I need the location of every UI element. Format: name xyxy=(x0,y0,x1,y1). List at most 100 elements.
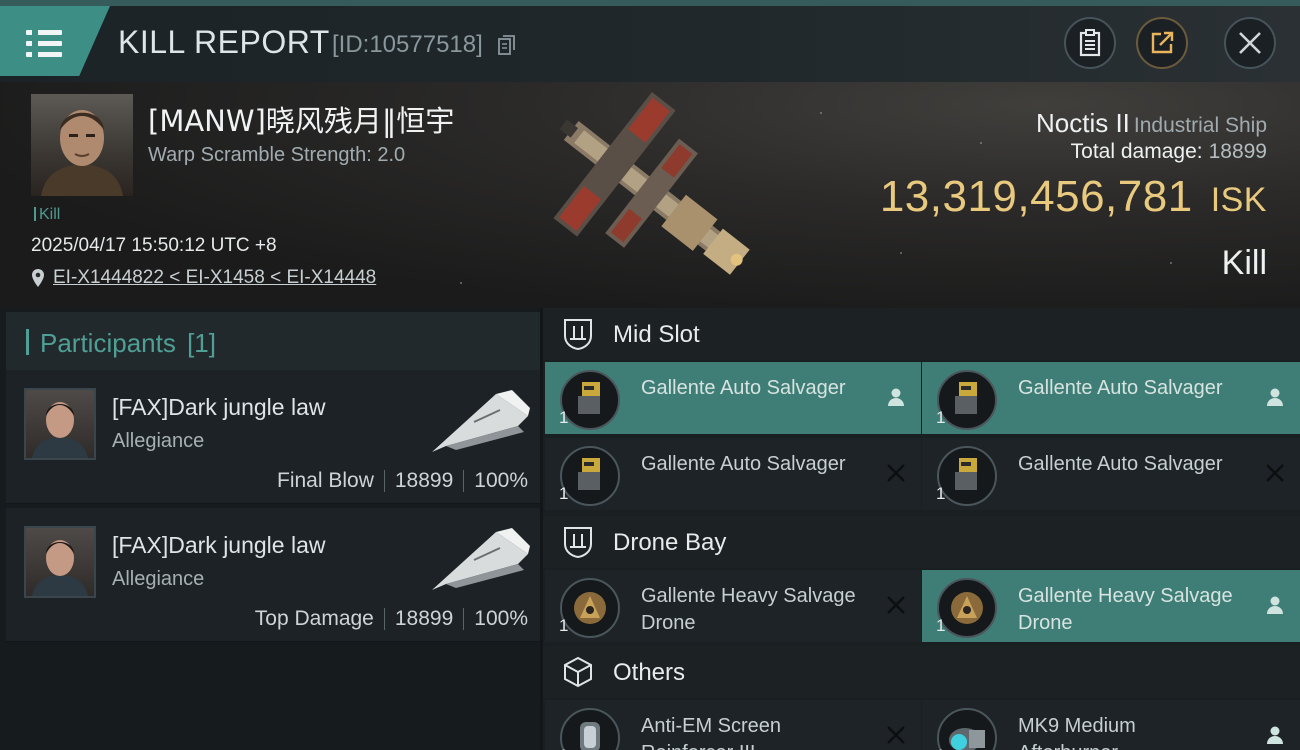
dropped-person-icon xyxy=(1267,388,1283,406)
copy-icon[interactable] xyxy=(498,35,515,55)
module-slot[interactable]: 1 MK9 Medium Afterburner xyxy=(922,700,1300,750)
report-id: [ID:10577518] xyxy=(332,31,483,58)
kill-datetime: 2025/04/17 15:50:12 UTC +8 xyxy=(31,235,277,256)
warp-scramble-strength: Warp Scramble Strength: 2.0 xyxy=(148,144,406,166)
destroyed-x-icon xyxy=(887,464,905,482)
total-damage-value: 18899 xyxy=(1208,140,1267,163)
module-name: Gallente Heavy Salvage Drone xyxy=(1018,585,1233,634)
destroyed-x-icon xyxy=(887,596,905,614)
participant-alliance: Allegiance xyxy=(112,568,205,590)
isk-value: 13,319,456,781 ISK xyxy=(879,172,1267,221)
module-name: Gallente Auto Salvager xyxy=(1018,377,1223,399)
destroyed-x-icon xyxy=(1266,464,1284,482)
dropped-person-icon xyxy=(888,388,904,406)
pilot-avatar-icon xyxy=(32,402,88,458)
kill-result: Kill xyxy=(1221,244,1267,282)
destroyed-x-icon xyxy=(887,726,905,744)
participant-avatar[interactable] xyxy=(24,388,96,460)
module-quantity: 1 xyxy=(936,746,945,750)
module-quantity: 1 xyxy=(559,408,569,427)
location-pin-icon xyxy=(32,269,44,287)
dropped-person-icon xyxy=(1267,726,1283,744)
participant-ship-icon xyxy=(432,390,530,452)
participants-panel: Participants [1] [FAX]Dark jungle law Al… xyxy=(0,308,540,750)
afterburner-icon xyxy=(937,708,997,750)
module-slot[interactable]: 1 Gallente Heavy Salvage Drone xyxy=(545,570,921,642)
pilot-avatar-icon xyxy=(41,110,123,196)
share-icon xyxy=(1151,31,1174,54)
participant-stats: Top Damage 18899 100% xyxy=(255,607,528,631)
participant-percent: 100% xyxy=(474,469,528,492)
section-mid-slot: Mid Slot xyxy=(543,308,1300,360)
participant-name[interactable]: [FAX]Dark jungle law xyxy=(112,532,325,559)
module-slot[interactable]: 1 Gallente Auto Salvager xyxy=(545,438,921,510)
section-title: Mid Slot xyxy=(613,321,700,348)
participants-header: Participants [1] xyxy=(6,312,540,370)
section-title: Drone Bay xyxy=(613,529,727,556)
module-quantity: 1 xyxy=(936,408,946,427)
victim-portrait[interactable] xyxy=(31,94,133,196)
screen-reinforcer-icon xyxy=(560,708,620,750)
participant-avatar[interactable] xyxy=(24,526,96,598)
page-title: KILL REPORT xyxy=(118,24,330,60)
participant-ship-icon xyxy=(432,528,530,590)
menu-icon xyxy=(26,30,62,58)
module-name: Gallente Heavy Salvage Drone xyxy=(641,585,856,634)
module-slot[interactable]: 1 Gallente Heavy Salvage Drone xyxy=(922,570,1300,642)
mid-slot-icon xyxy=(564,319,592,351)
participants-title: Participants [1] xyxy=(26,328,216,359)
module-name: Gallente Auto Salvager xyxy=(641,453,846,475)
ship-render xyxy=(553,92,750,275)
cube-icon xyxy=(564,656,592,688)
participant-role: Final Blow xyxy=(277,469,374,492)
kill-tag: Kill xyxy=(34,206,60,224)
ship-class: Industrial Ship xyxy=(1133,114,1267,137)
total-damage: Total damage: 18899 xyxy=(1070,140,1267,163)
menu-button[interactable] xyxy=(0,6,110,76)
pilot-avatar-icon xyxy=(32,540,88,596)
salvage-drone-icon xyxy=(937,578,997,638)
participant-row[interactable]: [FAX]Dark jungle law Allegiance Top Dama… xyxy=(6,508,540,642)
salvager-module-icon xyxy=(560,446,620,506)
participant-stats: Final Blow 18899 100% xyxy=(277,469,528,493)
participant-role: Top Damage xyxy=(254,607,374,630)
participant-damage: 18899 xyxy=(394,607,454,630)
fitting-panel: Mid Slot 1 Gallente Auto Salvager 1 Gall… xyxy=(543,308,1300,750)
module-name: Gallente Auto Salvager xyxy=(1018,453,1223,475)
close-button[interactable] xyxy=(1224,17,1276,69)
salvager-module-icon xyxy=(937,370,997,430)
module-quantity: 1 xyxy=(559,746,568,750)
participant-alliance: Allegiance xyxy=(112,430,205,452)
victim-banner: [MANW]晓风残月‖恒宇 Warp Scramble Strength: 2.… xyxy=(0,82,1300,308)
section-others: Others xyxy=(543,646,1300,698)
module-slot[interactable]: 1 Gallente Auto Salvager xyxy=(922,362,1300,434)
section-drone-bay: Drone Bay xyxy=(543,516,1300,568)
clipboard-button[interactable] xyxy=(1064,17,1116,69)
participant-row[interactable]: [FAX]Dark jungle law Allegiance Final Bl… xyxy=(6,370,540,504)
module-slot[interactable]: 1 Gallente Auto Salvager xyxy=(545,362,921,434)
kill-location[interactable]: EI-X1444822 < EI-X1458 < EI-X14448 xyxy=(31,267,376,289)
share-button[interactable] xyxy=(1136,17,1188,69)
salvage-drone-icon xyxy=(560,578,620,638)
drone-bay-icon xyxy=(564,527,592,559)
module-name: Gallente Auto Salvager xyxy=(641,377,846,399)
module-slot[interactable]: 1 Anti-EM Screen Reinforcer III xyxy=(545,700,921,750)
module-name: Anti-EM Screen Reinforcer III xyxy=(641,715,782,750)
salvager-module-icon xyxy=(560,370,620,430)
header-bar: KILL REPORT [ID:10577518] xyxy=(0,0,1300,82)
module-quantity: 1 xyxy=(559,616,569,635)
close-icon xyxy=(1239,32,1261,54)
victim-name[interactable]: [MANW]晓风残月‖恒宇 xyxy=(148,98,454,140)
isk-unit: ISK xyxy=(1210,181,1267,219)
dropped-person-icon xyxy=(1267,596,1283,614)
clipboard-icon xyxy=(1079,29,1101,57)
ship-name[interactable]: Noctis II Industrial Ship xyxy=(1036,108,1267,139)
participant-damage: 18899 xyxy=(394,469,454,492)
module-name: MK9 Medium Afterburner xyxy=(1018,715,1136,750)
module-slot[interactable]: 1 Gallente Auto Salvager xyxy=(922,438,1300,510)
module-quantity: 1 xyxy=(559,484,569,503)
participant-name[interactable]: [FAX]Dark jungle law xyxy=(112,394,325,421)
location-text[interactable]: EI-X1444822 < EI-X1458 < EI-X14448 xyxy=(53,267,376,289)
section-title: Others xyxy=(613,659,686,686)
module-quantity: 1 xyxy=(936,616,946,635)
